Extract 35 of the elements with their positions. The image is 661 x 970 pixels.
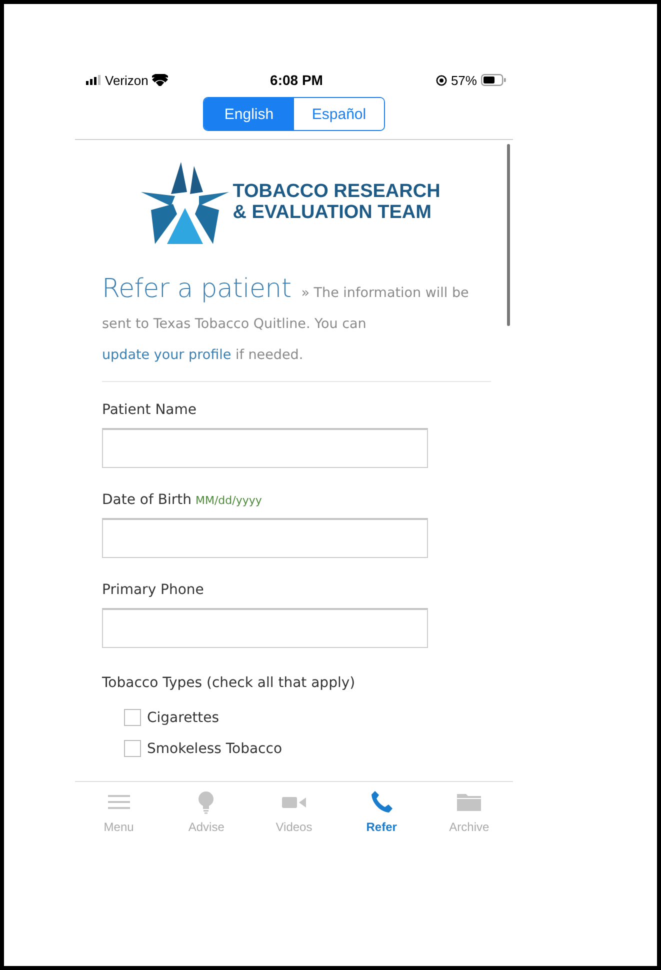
menu-icon	[106, 794, 131, 810]
field-label: Patient Name	[102, 402, 196, 418]
video-camera-icon	[282, 796, 306, 808]
input-field[interactable]	[102, 428, 428, 468]
checkbox-label: Cigarettes	[147, 710, 220, 726]
field-label: Date of Birth	[102, 492, 192, 508]
signal-icon	[86, 75, 101, 85]
language-option[interactable]: English	[204, 98, 294, 130]
tab-bar-item[interactable]: Refer	[346, 790, 417, 834]
tab-bar-item[interactable]: Menu	[84, 790, 154, 834]
checkbox-label: Smokeless Tobacco	[147, 740, 282, 756]
format-hint: MM/dd/yyyy	[195, 494, 262, 507]
tab-bar-item[interactable]: Videos	[258, 790, 329, 834]
status-time: 6:08 PM	[270, 72, 323, 88]
phone-icon	[370, 791, 393, 813]
battery-icon	[480, 74, 507, 86]
input-field[interactable]	[102, 518, 428, 558]
folder-icon	[457, 794, 482, 810]
checkbox[interactable]	[124, 740, 141, 757]
field-label: Tobacco Types (check all that apply)	[102, 675, 356, 691]
rotation-lock-icon	[436, 74, 447, 86]
battery-percent: 57%	[450, 72, 477, 88]
tab-bar-item[interactable]: Advise	[171, 790, 242, 834]
field-label: Primary Phone	[102, 582, 204, 598]
logo-text: TOBACCO RESEARCH	[232, 181, 440, 202]
carrier-name: Verizon	[105, 72, 148, 88]
intro-paragraph: Refer a patient » The information will be sent to Texas Tobacco Quitline. You can update your profile if needed.	[102, 274, 470, 365]
checkbox[interactable]	[124, 709, 141, 726]
wifi-icon	[152, 74, 168, 86]
profile-link[interactable]: update your profile	[102, 347, 232, 363]
star-logo-icon	[140, 162, 229, 246]
lightbulb-icon	[198, 790, 214, 814]
tab-bar-item[interactable]: Archive	[434, 790, 504, 834]
input-field[interactable]	[102, 608, 428, 648]
logo-text: & EVALUATION TEAM	[232, 202, 432, 223]
